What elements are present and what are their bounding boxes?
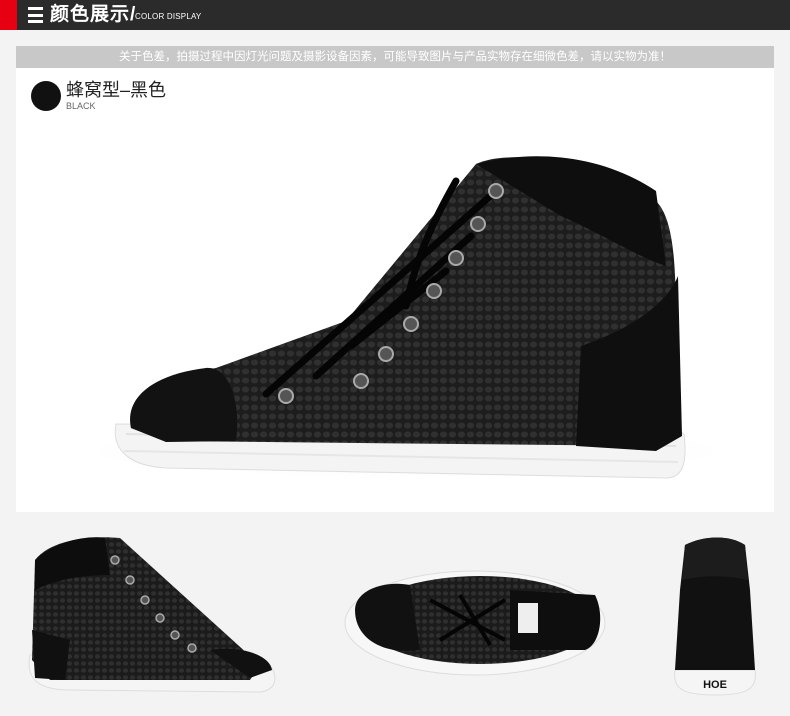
thumbnail-top-view xyxy=(344,570,606,676)
color-notice: 关于色差，拍摄过程中因灯光问题及摄影设备因素，可能导致图片与产品实物存在细微色差… xyxy=(16,46,774,68)
main-shoe-image xyxy=(66,156,746,479)
header-accent xyxy=(0,0,17,30)
color-name: 蜂窝型–黑色 xyxy=(66,80,167,100)
menu-icon xyxy=(28,7,43,23)
main-image-panel: 关于色差，拍摄过程中因灯光问题及摄影设备因素，可能导致图片与产品实物存在细微色差… xyxy=(16,46,774,512)
header-bar: 颜色展示/ COLOR DISPLAY xyxy=(0,0,790,30)
section-subtitle: COLOR DISPLAY xyxy=(135,12,202,21)
thumbnail-front-angle xyxy=(28,537,276,693)
thumbnail-back-view: HOE xyxy=(674,537,756,696)
section-title: 颜色展示/ xyxy=(50,4,137,25)
heel-logo: HOE xyxy=(703,679,727,691)
